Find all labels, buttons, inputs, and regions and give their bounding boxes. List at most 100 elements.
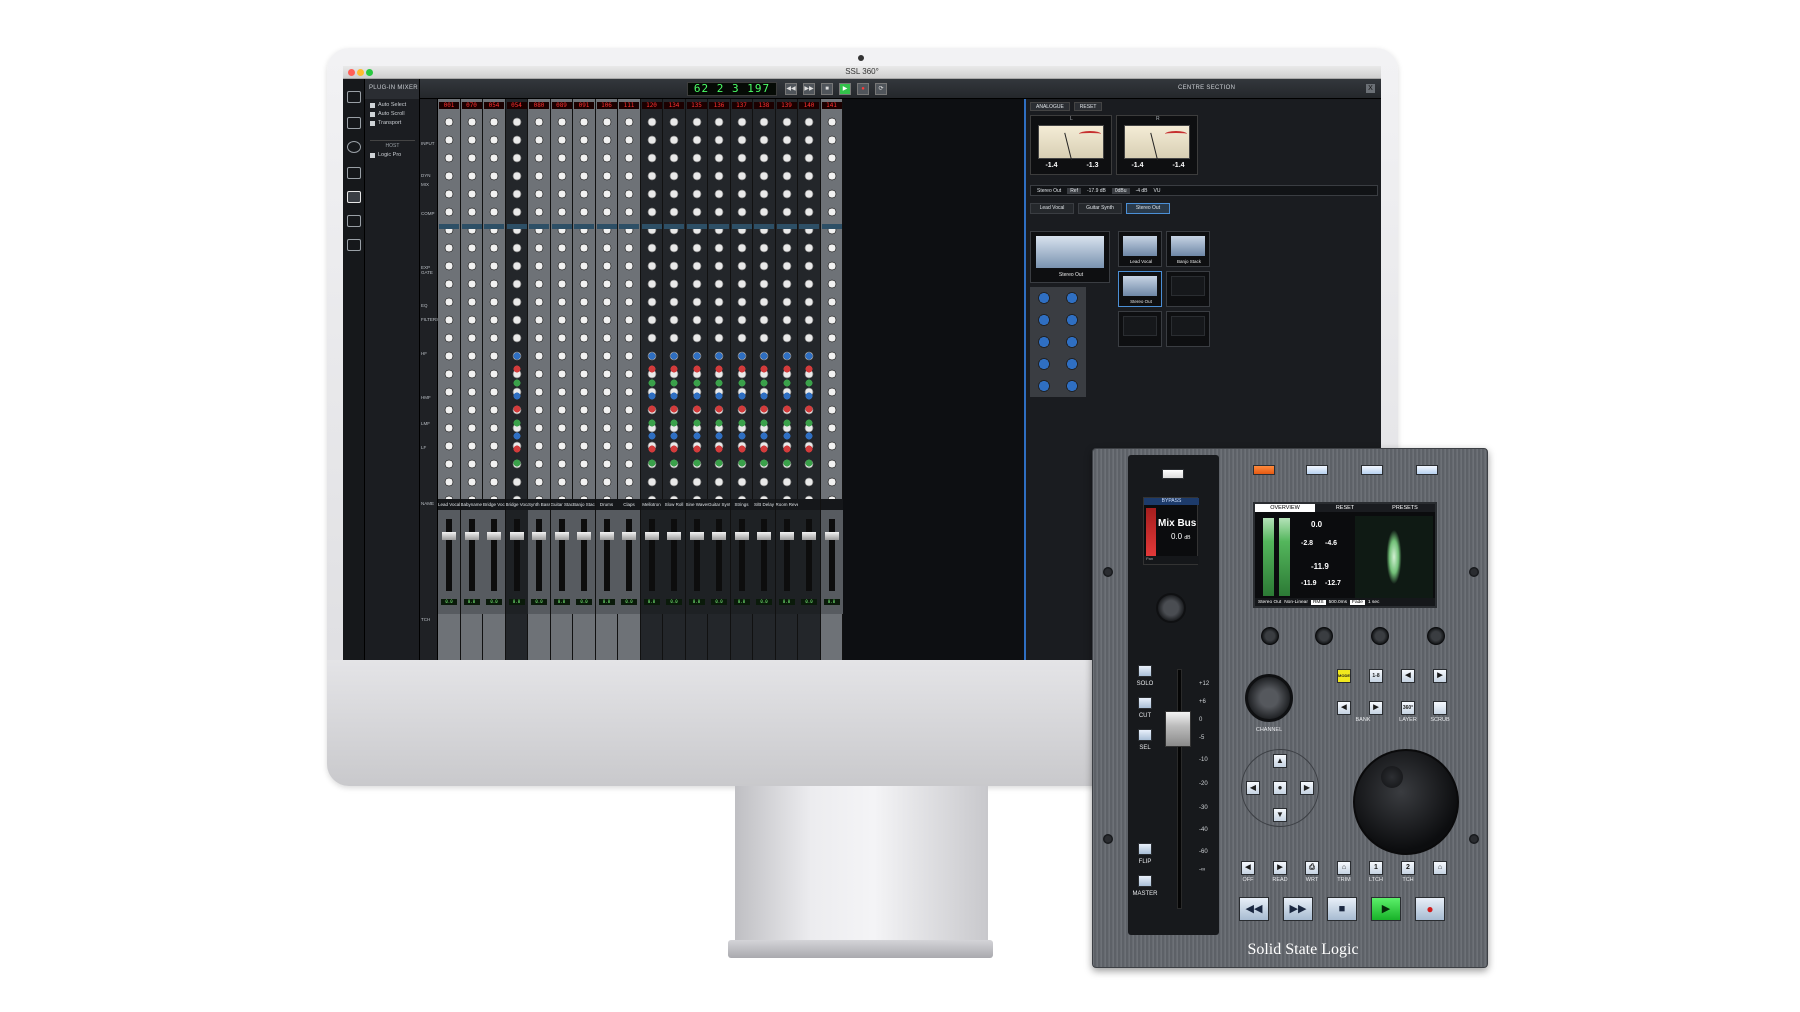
eq-knobs[interactable]: [685, 349, 708, 469]
dynamics-button[interactable]: [731, 224, 752, 229]
stop-button[interactable]: ■: [821, 83, 833, 95]
fader-cap[interactable]: [464, 532, 479, 540]
dynamics-button[interactable]: [506, 224, 527, 229]
plugin-icon[interactable]: [347, 167, 361, 179]
meter-source[interactable]: Stereo Out: [1037, 188, 1061, 194]
fader-slot[interactable]: [1177, 669, 1182, 909]
eq-knobs[interactable]: [730, 349, 753, 469]
fader-track[interactable]: [513, 519, 520, 591]
fader-track[interactable]: [648, 519, 655, 591]
nav-centre-button[interactable]: ●: [1273, 781, 1287, 795]
channel-strip[interactable]: 091 Banjo Stack 0.0: [573, 99, 596, 660]
led-button[interactable]: [1306, 465, 1328, 475]
channel-strip[interactable]: 137 Strings 0.0: [730, 99, 753, 660]
fader-track[interactable]: [806, 519, 812, 591]
eq-knobs[interactable]: [505, 349, 528, 469]
fader-cap[interactable]: [554, 532, 569, 540]
knob-row[interactable]: [550, 113, 573, 513]
fader-track[interactable]: [716, 519, 722, 591]
fader-cap[interactable]: [779, 532, 794, 540]
home-button[interactable]: ⌂: [1433, 861, 1447, 875]
screen-encoder-1[interactable]: [1261, 627, 1279, 645]
fader-cap[interactable]: [824, 532, 839, 540]
dynamics-button[interactable]: [484, 224, 504, 229]
tab-analogue[interactable]: ANALOGUE: [1030, 102, 1070, 111]
fast-forward-button[interactable]: ▶▶: [803, 83, 815, 95]
channel-strip[interactable]: 135 Sine Waves 0.0: [685, 99, 708, 660]
dynamics-button[interactable]: [529, 224, 549, 229]
host-select[interactable]: Logic Pro: [365, 149, 419, 158]
solo-button[interactable]: [1138, 665, 1152, 677]
dynamics-button[interactable]: [799, 224, 819, 229]
knob-row[interactable]: [460, 113, 483, 513]
screen-encoder-4[interactable]: [1427, 627, 1445, 645]
nav-up-button[interactable]: ▲: [1273, 754, 1287, 768]
fader-track[interactable]: [693, 519, 700, 591]
channel-strip[interactable]: 054 Bridge Vocals 0.0: [505, 99, 528, 660]
channel-strip[interactable]: 001 Lead Vocal 0.0: [438, 99, 461, 660]
ov-rms-button[interactable]: RMS: [1310, 599, 1326, 605]
mini-meter-banjo-stack[interactable]: Banjo Stack: [1166, 231, 1210, 267]
nav-right-button[interactable]: ▶: [1300, 781, 1314, 795]
bank-left-button[interactable]: ◀: [1401, 669, 1415, 683]
bank-right-button[interactable]: ▶: [1433, 669, 1447, 683]
settings-icon[interactable]: [347, 141, 361, 153]
fader-cap[interactable]: [689, 532, 704, 540]
channel-strip[interactable]: 106 Drums 0.0: [595, 99, 618, 660]
fader-track[interactable]: [558, 519, 565, 591]
stereo-out-meter[interactable]: Stereo Out: [1030, 231, 1110, 283]
channel-strip[interactable]: 136 Guitar Synth 0.0: [708, 99, 731, 660]
automation-off-button[interactable]: ◀: [1241, 861, 1255, 875]
nav-left-button[interactable]: ◀: [1246, 781, 1260, 795]
knob-row[interactable]: [528, 113, 550, 513]
channel-led-button[interactable]: [1162, 469, 1184, 479]
ov-fade-button[interactable]: Fade: [1350, 599, 1365, 605]
tab-presets[interactable]: PRESETS: [1375, 504, 1435, 512]
play-button[interactable]: ▶: [1371, 897, 1401, 921]
fader-track[interactable]: [581, 519, 587, 591]
channel-strip[interactable]: 054 Bridge Vocals 0.0: [483, 99, 506, 660]
stop-button[interactable]: ■: [1327, 897, 1357, 921]
led-button-orange[interactable]: [1253, 465, 1275, 475]
fader-cap[interactable]: [667, 532, 681, 540]
dynamics-button[interactable]: [551, 224, 572, 229]
channel-strip[interactable]: 120 Mellotron 0.0: [640, 99, 663, 660]
auto-select-toggle[interactable]: Auto Select: [365, 99, 419, 108]
fader-cap[interactable]: [802, 532, 816, 540]
dynamics-button[interactable]: [686, 224, 707, 229]
fader-cap[interactable]: [757, 532, 771, 540]
home-icon[interactable]: [347, 117, 361, 129]
fader-track[interactable]: [738, 519, 745, 591]
transport-toggle[interactable]: Transport: [365, 117, 419, 126]
sel-button[interactable]: [1138, 729, 1152, 741]
fader-cap[interactable]: [509, 532, 524, 540]
dynamics-button[interactable]: [709, 224, 729, 229]
led-button[interactable]: [1416, 465, 1438, 475]
cut-button[interactable]: [1138, 697, 1152, 709]
auto-scroll-toggle[interactable]: Auto Scroll: [365, 108, 419, 117]
layer-button[interactable]: 360°: [1401, 701, 1415, 715]
channel-knob[interactable]: [1245, 674, 1293, 722]
dynamics-button[interactable]: [754, 224, 774, 229]
bus-compressor-knobs[interactable]: [1030, 287, 1086, 397]
layout-icon[interactable]: [347, 239, 361, 251]
back-icon[interactable]: [347, 91, 361, 103]
fader-cap[interactable]: [622, 532, 636, 540]
knob-row[interactable]: [483, 113, 505, 513]
fader-track[interactable]: [446, 519, 452, 591]
fader-track[interactable]: [783, 519, 790, 591]
channel-encoder[interactable]: [1156, 593, 1186, 623]
channel-strip[interactable]: 089 Guitar Stack 0.0: [550, 99, 573, 660]
led-button[interactable]: [1361, 465, 1383, 475]
dynamics-button[interactable]: [664, 224, 684, 229]
record-button[interactable]: ●: [857, 83, 869, 95]
tab-reset[interactable]: RESET: [1073, 102, 1103, 111]
eq-knobs[interactable]: [708, 349, 730, 469]
bank-next-button[interactable]: ▶: [1369, 701, 1383, 715]
fader-track[interactable]: [468, 519, 475, 591]
tab-overview[interactable]: OVERVIEW: [1255, 504, 1315, 512]
screen-encoder-2[interactable]: [1315, 627, 1333, 645]
fader-cap[interactable]: [577, 532, 591, 540]
knob-row[interactable]: [595, 113, 618, 513]
fader-cap[interactable]: [442, 532, 456, 540]
